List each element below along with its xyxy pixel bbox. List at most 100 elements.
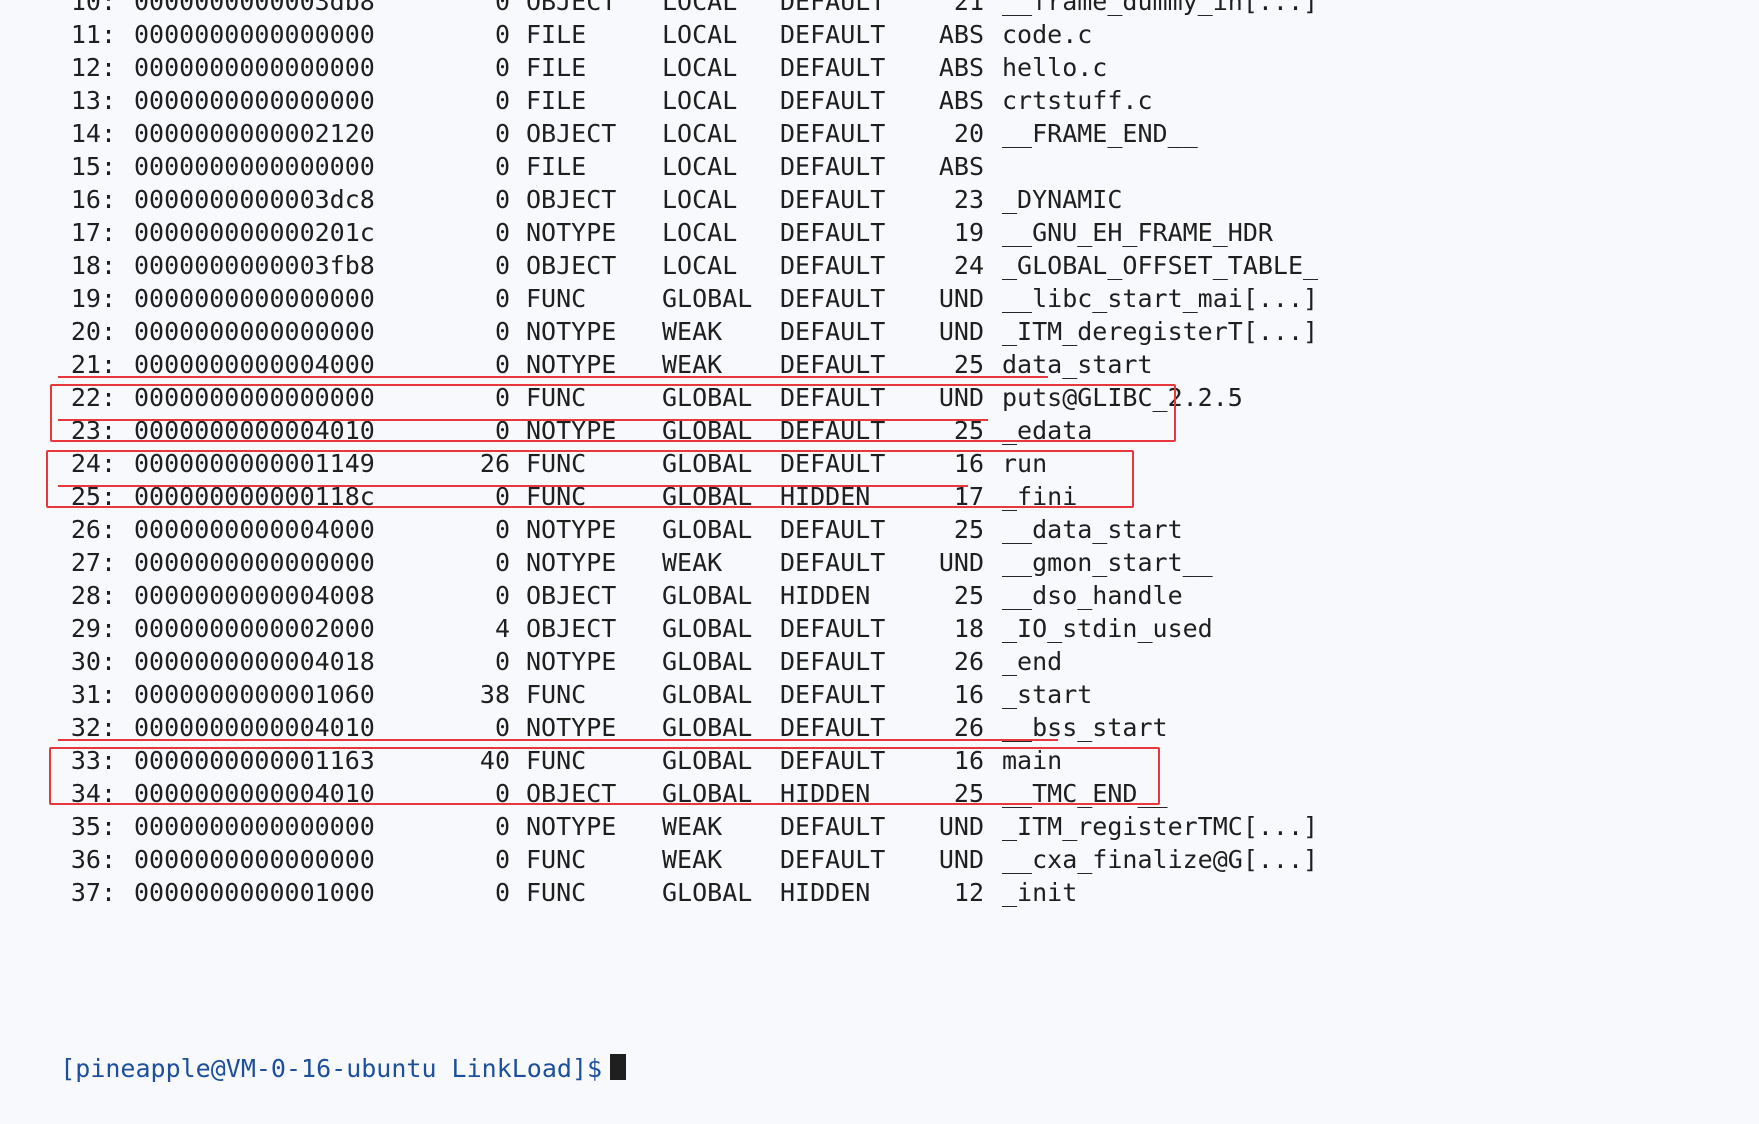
symbol-type: NOTYPE <box>526 515 617 544</box>
symbol-vis: DEFAULT <box>780 284 886 313</box>
symbol-value: 0000000000001060 <box>134 680 375 709</box>
symbol-bind: GLOBAL <box>662 647 753 676</box>
symbol-type: OBJECT <box>526 185 617 214</box>
symbol-name: __cxa_finalize@G[...] <box>1002 845 1319 874</box>
symbol-type: OBJECT <box>526 251 617 280</box>
symbol-type: FILE <box>526 53 587 82</box>
symbol-name: __dso_handle <box>1002 581 1183 610</box>
symbol-ndx: UND <box>938 812 984 841</box>
symbol-value: 0000000000000000 <box>134 317 375 346</box>
symbol-name: _start <box>1002 680 1093 709</box>
symbol-name: __data_start <box>1002 515 1183 544</box>
terminal-output[interactable]: 10: 0000000000003db8 0 OBJECT LOCAL DEFAULT 21… <box>0 0 1759 1083</box>
symbol-vis: DEFAULT <box>780 614 886 643</box>
symbol-size: 0 <box>494 878 510 907</box>
symbol-vis: HIDDEN <box>780 581 871 610</box>
cursor-block <box>610 1054 627 1080</box>
symbol-vis: DEFAULT <box>780 548 886 577</box>
symbol-name: _ITM_deregisterT[...] <box>1002 317 1319 346</box>
symbol-value: 0000000000002120 <box>134 119 375 148</box>
symbol-size: 0 <box>494 581 510 610</box>
symbol-num: 11: <box>70 20 116 49</box>
symbol-name: _end <box>1002 647 1063 676</box>
highlight-box <box>46 450 1134 508</box>
symbol-num: 27: <box>70 548 116 577</box>
symbol-size: 0 <box>494 218 510 247</box>
symbol-size: 0 <box>494 812 510 841</box>
symbol-ndx: 19 <box>953 218 984 247</box>
symbol-value: 0000000000000000 <box>134 86 375 115</box>
symbol-name: _init <box>1002 878 1078 907</box>
symbol-value: 0000000000004018 <box>134 647 375 676</box>
symbol-name: __libc_start_mai[...] <box>1002 284 1319 313</box>
symbol-vis: DEFAULT <box>780 119 886 148</box>
symbol-value: 0000000000000000 <box>134 20 375 49</box>
symbol-ndx: 25 <box>953 515 984 544</box>
symbol-num: 12: <box>70 53 116 82</box>
symbol-size: 0 <box>494 53 510 82</box>
symbol-ndx: ABS <box>938 53 984 82</box>
symbol-type: FUNC <box>526 878 587 907</box>
symbol-name: _DYNAMIC <box>1002 185 1123 214</box>
symbol-bind: WEAK <box>662 548 723 577</box>
symbol-value: 0000000000004000 <box>134 515 375 544</box>
symbol-num: 13: <box>70 86 116 115</box>
symbol-vis: DEFAULT <box>780 845 886 874</box>
symbol-size: 0 <box>494 152 510 181</box>
symbol-type: FILE <box>526 152 587 181</box>
symbol-vis: DEFAULT <box>780 185 886 214</box>
symbol-vis: DEFAULT <box>780 515 886 544</box>
symbol-ndx: UND <box>938 284 984 313</box>
symbol-ndx: 12 <box>953 878 984 907</box>
symbol-num: 30: <box>70 647 116 676</box>
symbol-ndx: 20 <box>953 119 984 148</box>
symbol-vis: HIDDEN <box>780 878 871 907</box>
strike-line <box>58 485 968 487</box>
symbol-value: 0000000000002000 <box>134 614 375 643</box>
symbol-value: 000000000000201c <box>134 218 375 247</box>
symbol-size: 0 <box>494 515 510 544</box>
symbol-num: 20: <box>70 317 116 346</box>
symbol-size: 0 <box>494 317 510 346</box>
symbol-num: 35: <box>70 812 116 841</box>
symbol-type: OBJECT <box>526 581 617 610</box>
symbol-bind: WEAK <box>662 845 723 874</box>
symbol-bind: WEAK <box>662 812 723 841</box>
symbol-size: 0 <box>494 845 510 874</box>
symbol-name: code.c <box>1002 20 1093 49</box>
symbol-vis: DEFAULT <box>780 86 886 115</box>
symbol-vis: DEFAULT <box>780 20 886 49</box>
symbol-bind: LOCAL <box>662 251 738 280</box>
symbol-size: 0 <box>494 548 510 577</box>
symbol-num: 17: <box>70 218 116 247</box>
symbol-ndx: UND <box>938 317 984 346</box>
symbol-type: NOTYPE <box>526 812 617 841</box>
symbol-ndx: 26 <box>953 647 984 676</box>
symbol-ndx: 16 <box>953 680 984 709</box>
symbol-vis: DEFAULT <box>780 680 886 709</box>
symbol-ndx: 23 <box>953 185 984 214</box>
symbol-ndx: ABS <box>938 86 984 115</box>
symbol-size: 0 <box>494 185 510 214</box>
symbol-value: 0000000000000000 <box>134 845 375 874</box>
symbol-vis: DEFAULT <box>780 218 886 247</box>
symbol-vis: DEFAULT <box>780 647 886 676</box>
symbol-num: 19: <box>70 284 116 313</box>
symbol-name: _ITM_registerTMC[...] <box>1002 812 1319 841</box>
symbol-name: __FRAME_END__ <box>1002 119 1198 148</box>
symbol-num: 36: <box>70 845 116 874</box>
highlight-box <box>49 747 1160 805</box>
symbol-type: OBJECT <box>526 119 617 148</box>
symbol-name: __gmon_start__ <box>1002 548 1213 577</box>
symbol-num: 28: <box>70 581 116 610</box>
symbol-bind: GLOBAL <box>662 581 753 610</box>
symbol-vis: DEFAULT <box>780 812 886 841</box>
shell-prompt[interactable]: [pineapple@VM-0-16-ubuntu LinkLoad]$ <box>0 1013 627 1083</box>
symbol-vis: DEFAULT <box>780 251 886 280</box>
symbol-ndx: 25 <box>953 581 984 610</box>
symbol-bind: LOCAL <box>662 185 738 214</box>
symbol-value: 0000000000004008 <box>134 581 375 610</box>
symbol-type: FUNC <box>526 845 587 874</box>
symbol-ndx: ABS <box>938 20 984 49</box>
symbol-type: NOTYPE <box>526 548 617 577</box>
